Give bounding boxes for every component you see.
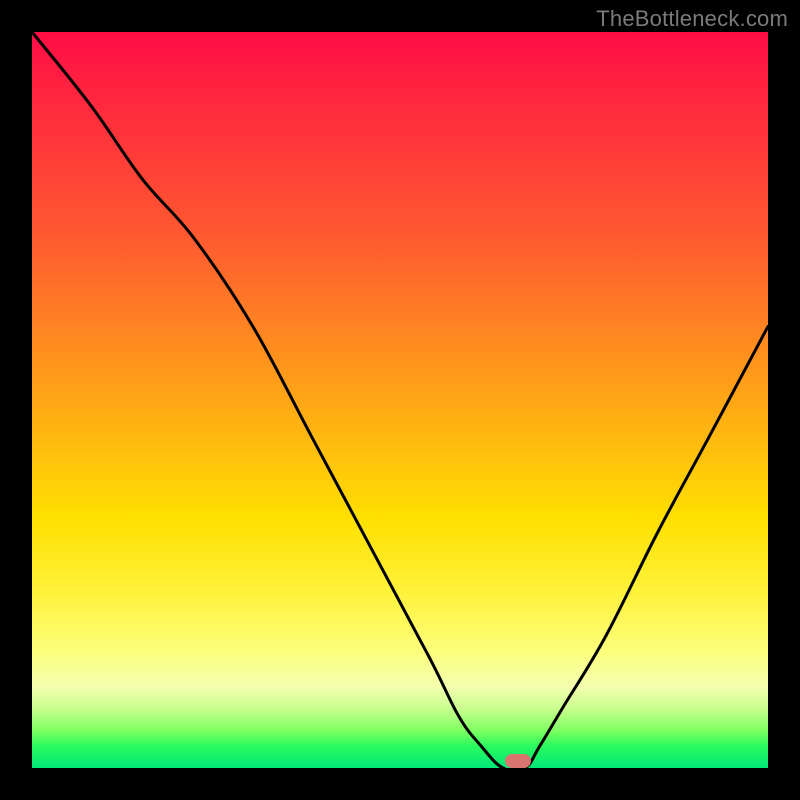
optimal-marker: [505, 754, 531, 768]
chart-frame: TheBottleneck.com: [0, 0, 800, 800]
plot-area: [32, 32, 768, 768]
bottleneck-curve: [32, 32, 768, 768]
watermark-text: TheBottleneck.com: [596, 6, 788, 32]
